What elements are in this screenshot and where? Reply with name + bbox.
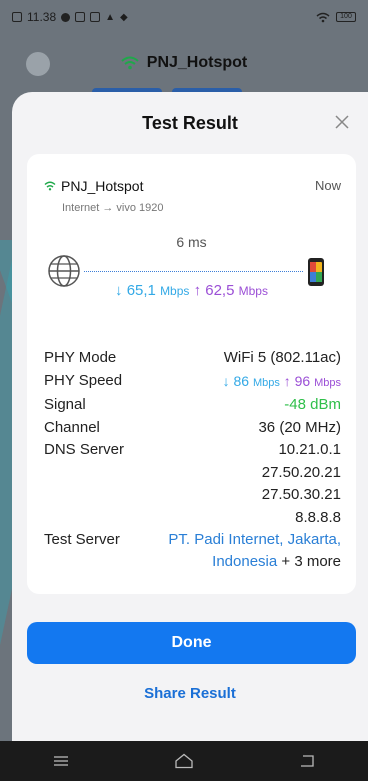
- close-button[interactable]: [330, 110, 354, 134]
- signal-label: Signal: [44, 396, 86, 413]
- app-icon: ▲: [105, 11, 116, 23]
- back-icon: [300, 755, 314, 767]
- dns-server: 8.8.8.8: [295, 508, 341, 526]
- close-icon: [335, 115, 349, 129]
- test-server-more[interactable]: + 3 more: [277, 553, 341, 570]
- message-icon: [90, 12, 101, 22]
- test-time: Now: [314, 178, 341, 193]
- latency-value: 6 ms: [176, 234, 207, 250]
- screenshot-icon: [12, 12, 22, 22]
- done-button[interactable]: Done: [27, 622, 356, 664]
- connection-line: [84, 271, 303, 272]
- dns-server: 10.21.0.1: [278, 441, 341, 458]
- notification-icon: [61, 12, 71, 22]
- download-arrow: ↓: [115, 282, 123, 299]
- signal-value: -48 dBm: [284, 396, 341, 413]
- wifi-icon: [121, 56, 139, 70]
- menu-button[interactable]: [46, 749, 76, 773]
- avatar: [26, 52, 50, 76]
- phy-down-speed: 86: [233, 372, 250, 389]
- phy-up-speed: 96: [294, 372, 311, 389]
- status-time: 11.38: [27, 10, 57, 24]
- details-list: PHY Mode WiFi 5 (802.11ac) PHY Speed ↓ 8…: [44, 347, 341, 573]
- battery-icon: 100: [336, 12, 356, 22]
- wifi-status-icon: [316, 12, 330, 22]
- dns-server: 27.50.30.21: [261, 486, 341, 503]
- speed-summary: ↓ 65,1 Mbps ↑ 62,5 Mbps: [27, 282, 356, 299]
- network-path: Internet → vivo 1920: [62, 202, 164, 214]
- phy-down-unit: Mbps: [252, 376, 280, 389]
- shield-icon: ◆: [120, 11, 128, 23]
- network-row: PNJ_Hotspot Now Internet → vivo 1920: [44, 178, 341, 214]
- test-server-label: Test Server: [44, 531, 120, 548]
- share-result-button[interactable]: Share Result: [12, 680, 368, 708]
- sheet-title: Test Result: [142, 112, 238, 133]
- menu-icon: [54, 756, 69, 766]
- network-name: PNJ_Hotspot: [61, 178, 144, 194]
- home-icon: [175, 753, 193, 769]
- result-card: PNJ_Hotspot Now Internet → vivo 1920 6 m…: [27, 154, 356, 594]
- phy-mode-value: WiFi 5 (802.11ac): [223, 349, 341, 366]
- upload-unit: Mbps: [238, 284, 268, 298]
- phy-speed-value: ↓ 86 Mbps ↑ 96 Mbps: [223, 370, 341, 395]
- background-header: PNJ_Hotspot: [0, 40, 368, 86]
- dns-list: 10.21.0.1 27.50.20.21 27.50.30.21 8.8.8.…: [262, 439, 341, 529]
- detail-row-phy-speed: PHY Speed ↓ 86 Mbps ↑ 96 Mbps: [44, 370, 341, 395]
- navigation-bar: [0, 741, 368, 781]
- detail-row-channel: Channel 36 (20 MHz): [44, 417, 341, 440]
- phy-down-arrow: ↓: [222, 372, 230, 389]
- status-bar: 11.38 ▲ ◆ 100: [0, 0, 368, 34]
- test-server-value: PT. Padi Internet, Jakarta, Indonesia + …: [161, 529, 341, 573]
- dns-label: DNS Server: [44, 441, 125, 458]
- channel-value: 36 (20 MHz): [258, 418, 341, 436]
- background-network-title: PNJ_Hotspot: [146, 54, 248, 71]
- test-result-sheet: Test Result PNJ_Hotspot Now Internet → v…: [12, 92, 368, 741]
- phy-up-unit: Mbps: [314, 376, 341, 389]
- wifi-icon: [44, 181, 56, 191]
- channel-label: Channel: [44, 418, 100, 436]
- download-unit: Mbps: [160, 284, 190, 298]
- dns-server: 27.50.20.21: [261, 463, 341, 481]
- detail-row-dns: DNS Server 10.21.0.1 27.50.20.21 27.50.3…: [44, 439, 341, 529]
- sheet-header: Test Result: [12, 92, 368, 154]
- detail-row-test-server: Test Server PT. Padi Internet, Jakarta, …: [44, 529, 341, 573]
- back-button[interactable]: [292, 749, 322, 773]
- phy-speed-label: PHY Speed: [44, 371, 123, 389]
- detail-row-phy-mode: PHY Mode WiFi 5 (802.11ac): [44, 347, 341, 370]
- gallery-icon: [75, 12, 86, 22]
- detail-row-signal: Signal -48 dBm: [44, 394, 341, 417]
- upload-arrow: ↑: [193, 282, 202, 299]
- upload-speed: 62,5: [205, 282, 235, 299]
- phy-mode-label: PHY Mode: [44, 349, 117, 366]
- download-speed: 65,1: [126, 282, 156, 299]
- phy-up-arrow: ↑: [283, 372, 291, 389]
- home-button[interactable]: [169, 749, 199, 773]
